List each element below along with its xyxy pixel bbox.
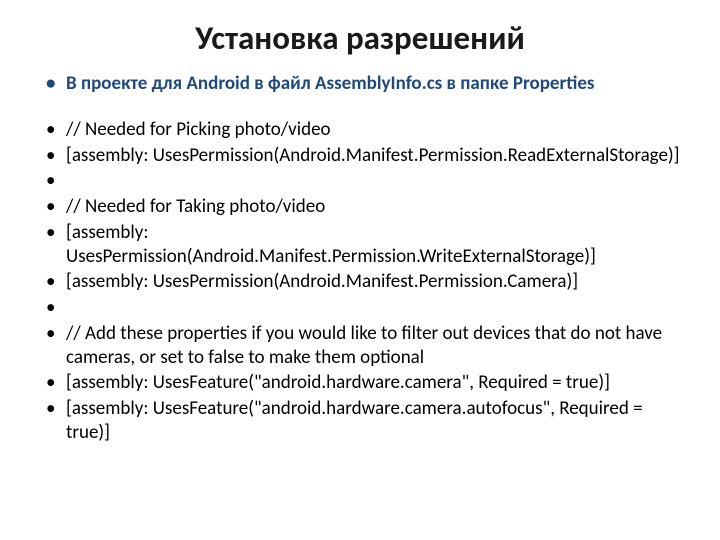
list-item: // Needed for Picking photo/video <box>66 118 680 142</box>
slide: Установка разрешений В проекте для Andro… <box>0 0 720 540</box>
list-item: В проекте для Android в файл AssemblyInf… <box>66 72 680 96</box>
list-item <box>66 296 680 320</box>
list-item: // Add these properties if you would lik… <box>66 322 680 370</box>
list-item: [assembly: UsesFeature("android.hardware… <box>66 397 680 445</box>
list-item <box>66 169 680 193</box>
list-item: [assembly: UsesPermission(Android.Manife… <box>66 144 680 168</box>
list-item: [assembly: UsesPermission(Android.Manife… <box>66 221 680 269</box>
list-item: [assembly: UsesPermission(Android.Manife… <box>66 270 680 294</box>
bullet-list: В проекте для Android в файл AssemblyInf… <box>40 72 680 445</box>
list-item: [assembly: UsesFeature("android.hardware… <box>66 371 680 395</box>
list-item: // Needed for Taking photo/video <box>66 195 680 219</box>
slide-title: Установка разрешений <box>40 18 680 58</box>
